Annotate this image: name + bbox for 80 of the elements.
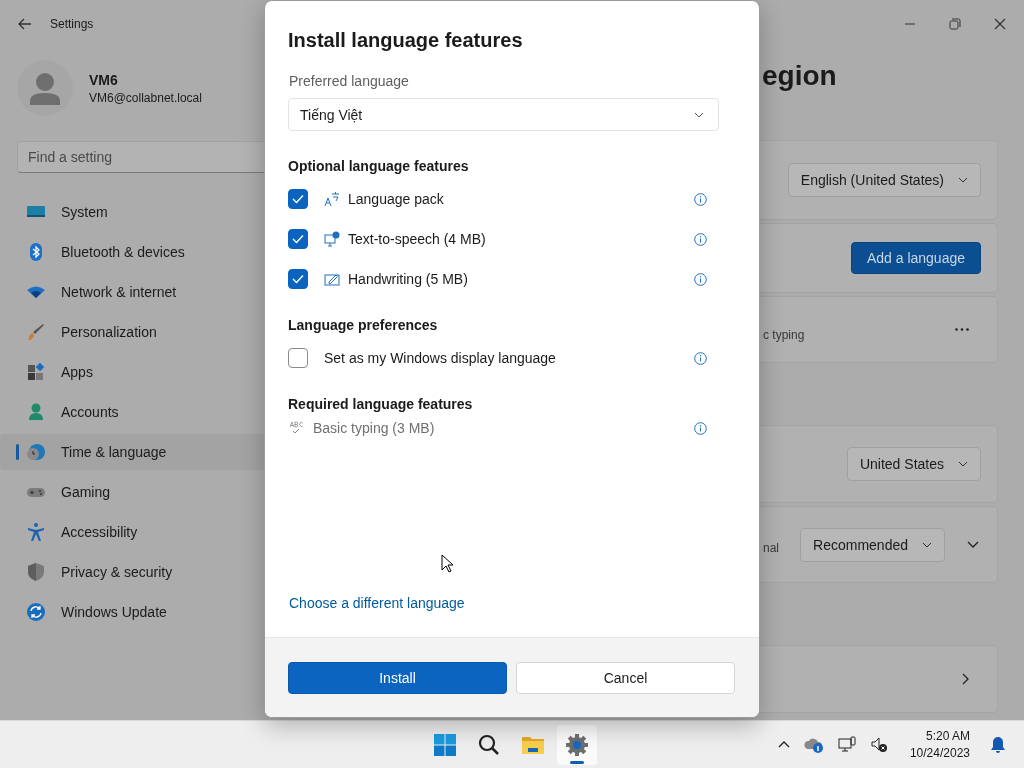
info-icon[interactable] bbox=[694, 232, 707, 246]
user-email: VM6@collabnet.local bbox=[89, 90, 202, 105]
bell-icon[interactable] bbox=[990, 735, 1006, 754]
chevron-down-icon bbox=[958, 177, 968, 183]
card-text: nal bbox=[763, 540, 779, 555]
section-heading: Required language features bbox=[288, 396, 474, 412]
checkmark-icon bbox=[292, 234, 304, 244]
search-field[interactable]: Find a setting bbox=[17, 141, 265, 173]
chevron-right-icon[interactable] bbox=[962, 673, 969, 685]
feature-label: Text-to-speech (4 MB) bbox=[348, 231, 486, 247]
section-heading: Language preferences bbox=[288, 317, 439, 333]
user-name: VM6 bbox=[89, 71, 119, 88]
globe-clock-icon bbox=[26, 442, 46, 462]
dropdown[interactable]: English (United States) bbox=[787, 163, 981, 197]
clock[interactable]: 5:20 AM 10/24/2023 bbox=[909, 729, 970, 760]
back-icon[interactable] bbox=[18, 18, 32, 30]
info-icon[interactable] bbox=[694, 272, 707, 286]
feature-label: Handwriting (5 MB) bbox=[348, 271, 468, 287]
nav-item[interactable]: Network & internet bbox=[0, 274, 265, 310]
field-label: Preferred language bbox=[288, 73, 410, 89]
nav-item[interactable]: System bbox=[0, 194, 265, 230]
info-icon[interactable] bbox=[694, 192, 707, 206]
page-title: egion bbox=[762, 59, 838, 93]
checkbox[interactable] bbox=[288, 229, 308, 249]
language-icon bbox=[324, 191, 340, 207]
dialog-title: Install language features bbox=[288, 29, 524, 52]
settings-icon bbox=[565, 732, 589, 757]
cancel-button[interactable]: Cancel bbox=[516, 661, 735, 694]
install-button[interactable]: Install bbox=[288, 661, 507, 694]
feature-label: Basic typing (3 MB) bbox=[313, 420, 435, 436]
shield-icon bbox=[26, 562, 46, 582]
accessibility-icon bbox=[26, 522, 46, 542]
info-icon[interactable] bbox=[694, 351, 707, 365]
checkbox[interactable] bbox=[288, 189, 308, 209]
window-title: Settings bbox=[50, 17, 94, 31]
mouse-cursor-icon bbox=[441, 554, 453, 573]
speech-icon bbox=[324, 231, 340, 247]
choose-language-link[interactable]: Choose a different language bbox=[289, 595, 719, 611]
spellcheck-icon bbox=[289, 421, 305, 435]
start-icon bbox=[433, 732, 457, 757]
speaker-muted-icon[interactable] bbox=[869, 735, 888, 754]
language-dropdown[interactable]: Tiếng Việt bbox=[288, 98, 719, 131]
info-icon[interactable] bbox=[694, 421, 707, 435]
chevron-down-icon bbox=[694, 111, 704, 118]
add-language-button[interactable]: Add a language bbox=[850, 242, 981, 274]
checkbox[interactable] bbox=[288, 348, 308, 368]
sync-icon bbox=[26, 602, 46, 622]
nav-item[interactable]: Privacy & security bbox=[0, 554, 265, 590]
card-text: c typing bbox=[763, 328, 805, 342]
feature-label: Set as my Windows display language bbox=[324, 350, 556, 366]
network-icon[interactable] bbox=[837, 735, 856, 754]
nav-item[interactable]: Bluetooth & devices bbox=[0, 234, 265, 270]
chevron-down-icon bbox=[958, 461, 968, 467]
expand-icon[interactable] bbox=[967, 541, 979, 548]
checkbox[interactable] bbox=[288, 269, 308, 289]
search-icon bbox=[477, 732, 501, 757]
pen-icon bbox=[324, 271, 340, 287]
section-heading: Optional language features bbox=[288, 158, 470, 174]
chevron-up-icon[interactable] bbox=[777, 741, 790, 748]
dropdown[interactable]: Recommended bbox=[800, 527, 945, 562]
feature-label: Language pack bbox=[348, 191, 444, 207]
chevron-down-icon bbox=[922, 541, 932, 548]
checkmark-icon bbox=[292, 274, 304, 284]
nav-item[interactable]: Apps bbox=[0, 354, 265, 390]
more-icon[interactable] bbox=[955, 328, 969, 331]
checkmark-icon bbox=[292, 194, 304, 204]
nav-item[interactable]: Time & language bbox=[0, 434, 265, 470]
avatar-icon bbox=[17, 60, 73, 116]
brush-icon bbox=[26, 322, 46, 342]
apps-icon bbox=[26, 362, 46, 382]
person-icon bbox=[26, 402, 46, 422]
close-icon[interactable] bbox=[994, 18, 1006, 30]
nav-item[interactable]: Gaming bbox=[0, 474, 265, 510]
running-indicator bbox=[570, 760, 584, 764]
dropdown[interactable]: United States bbox=[846, 447, 981, 481]
nav-item[interactable]: Accessibility bbox=[0, 514, 265, 550]
nav-item[interactable]: Windows Update bbox=[0, 594, 265, 630]
nav-item[interactable]: Personalization bbox=[0, 314, 265, 350]
nav-item[interactable]: Accounts bbox=[0, 394, 265, 430]
restore-icon[interactable] bbox=[949, 18, 961, 30]
